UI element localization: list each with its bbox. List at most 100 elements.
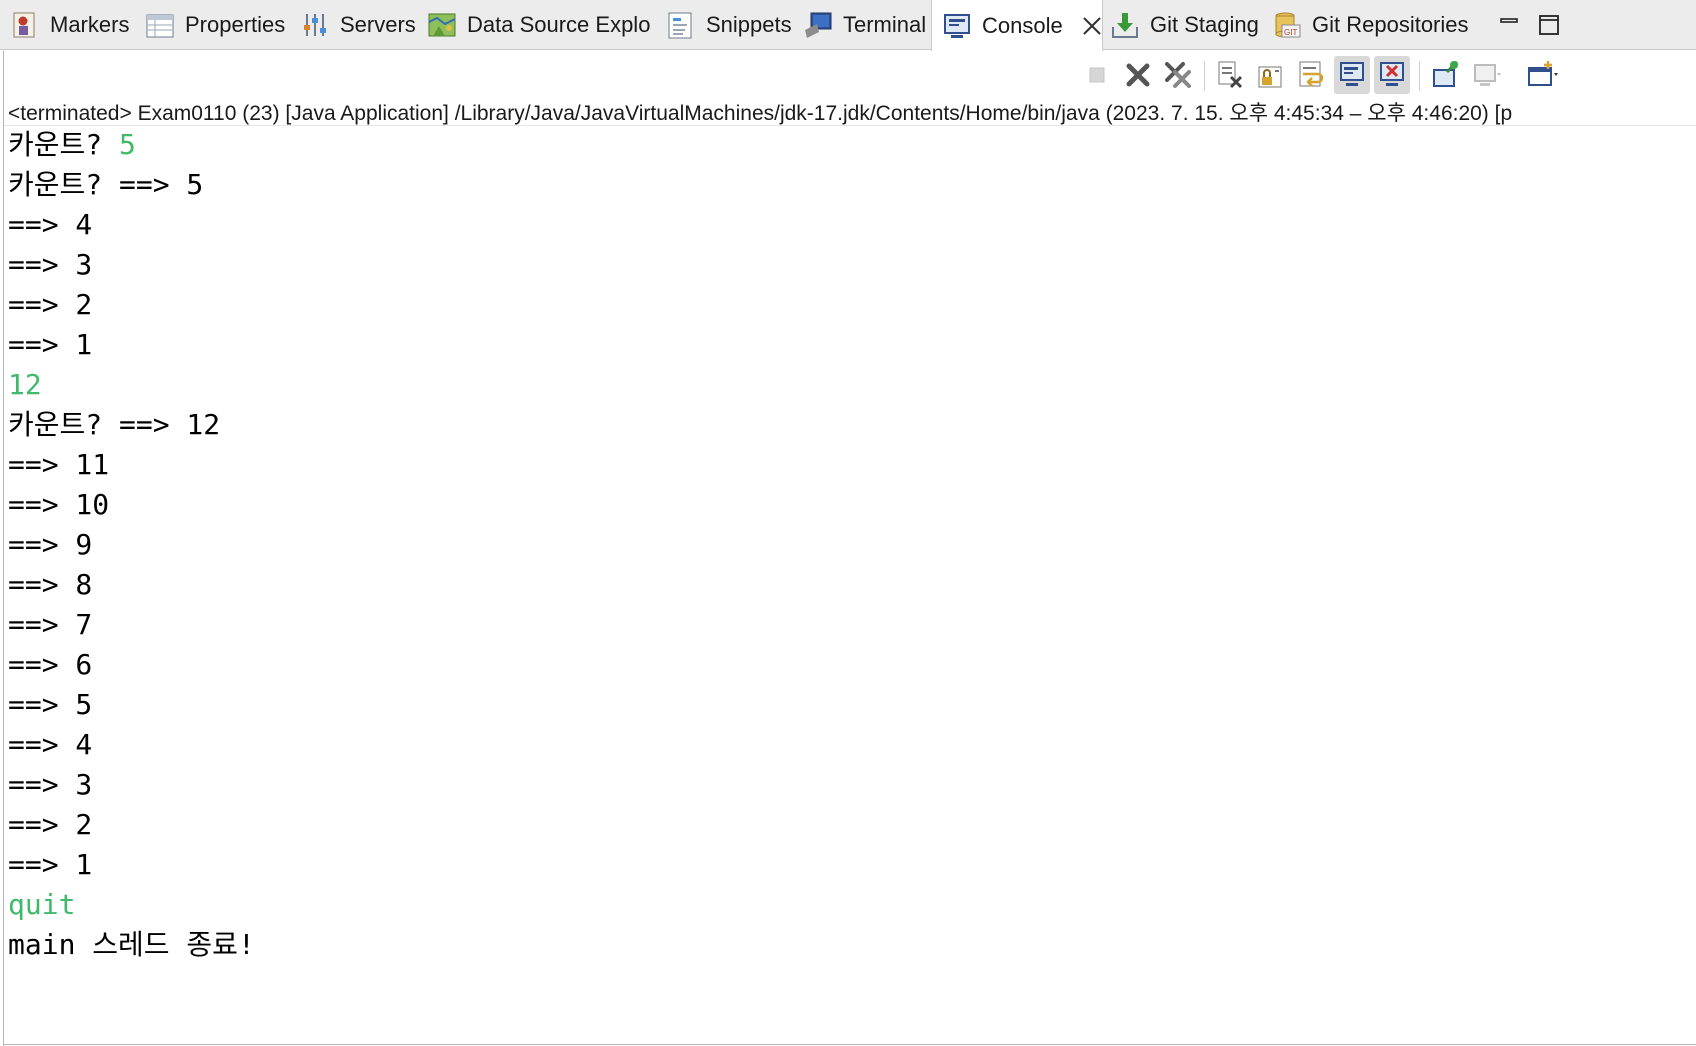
console-line: ==> 2 — [8, 285, 1688, 325]
scroll-lock-icon — [1258, 66, 1282, 88]
tab-git-staging[interactable]: Git Staging — [1110, 0, 1259, 50]
tab-label: Markers — [50, 12, 130, 37]
launch-description: <terminated> Exam0110 (23) [Java Applica… — [8, 102, 1513, 125]
console-line: main 스레드 종료! — [8, 925, 1688, 965]
close-icon[interactable] — [1081, 15, 1103, 37]
console-output-text: ==> 3 — [8, 248, 93, 281]
console-toolbar — [4, 51, 1696, 101]
remove-all-icon — [1165, 62, 1191, 88]
console-output-text: 카운트? ==> 5 — [8, 168, 204, 201]
terminate-icon — [1089, 67, 1105, 83]
display-selected-console-button[interactable] — [1470, 56, 1506, 94]
open-console-icon — [1528, 61, 1558, 86]
console-output-text: ==> 8 — [8, 568, 93, 601]
tab-label: Snippets — [706, 12, 792, 37]
git-staging-icon — [1110, 10, 1140, 40]
console-output-text: ==> 11 — [8, 448, 110, 481]
view-tab-bar: Markers Properties Servers Data Source E… — [0, 0, 1696, 51]
word-wrap-icon — [1299, 61, 1324, 87]
clear-console-button[interactable] — [1212, 56, 1248, 94]
console-output-text: main 스레드 종료! — [8, 928, 255, 961]
console-output-text: ==> 7 — [8, 608, 93, 641]
console-stderr-icon — [1380, 62, 1404, 86]
terminate-button[interactable] — [1079, 56, 1115, 94]
console-output-text: ==> 5 — [8, 688, 93, 721]
tab-label: Git Staging — [1150, 12, 1259, 37]
tab-git-repositories[interactable]: GIT Git Repositories — [1272, 0, 1469, 50]
svg-text:GIT: GIT — [1284, 28, 1297, 37]
console-line: ==> 4 — [8, 725, 1688, 765]
console-output-text: ==> 1 — [8, 328, 93, 361]
console-output-text: ==> 10 — [8, 488, 110, 521]
tab-snippets[interactable]: Snippets — [666, 0, 792, 50]
minimize-view-button[interactable] — [1497, 12, 1521, 41]
toolbar-separator — [1204, 61, 1205, 91]
console-line: 12 — [8, 365, 1688, 405]
properties-icon — [145, 10, 175, 40]
console-line: ==> 7 — [8, 605, 1688, 645]
remove-launch-button[interactable] — [1120, 56, 1156, 94]
console-icon — [942, 11, 972, 41]
snippets-icon — [666, 10, 696, 40]
show-console-on-stdout-button[interactable] — [1334, 56, 1370, 94]
console-line: ==> 8 — [8, 565, 1688, 605]
console-output-text: ==> 2 — [8, 288, 93, 321]
maximize-view-button[interactable] — [1536, 12, 1562, 43]
show-console-on-stderr-button[interactable] — [1374, 56, 1410, 94]
servers-icon — [300, 10, 330, 40]
console-line: ==> 11 — [8, 445, 1688, 485]
tab-console[interactable]: Console — [931, 0, 1103, 51]
view-border — [3, 51, 4, 1046]
tab-properties[interactable]: Properties — [145, 0, 285, 50]
console-output-text: ==> 1 — [8, 848, 93, 881]
console-line: 카운트? 5 — [8, 125, 1688, 165]
console-line: ==> 10 — [8, 485, 1688, 525]
console-output-text: ==> 3 — [8, 768, 93, 801]
tab-label: Terminal — [843, 12, 927, 37]
display-console-icon — [1474, 64, 1501, 86]
console-line: ==> 3 — [8, 245, 1688, 285]
minimize-icon — [1500, 18, 1518, 23]
console-output-text: 카운트? ==> 12 — [8, 408, 221, 441]
toolbar-separator — [1419, 61, 1420, 91]
console-output-text: ==> 9 — [8, 528, 93, 561]
console-line: ==> 1 — [8, 325, 1688, 365]
tab-markers[interactable]: Markers — [10, 0, 129, 50]
view-border-bottom — [3, 1044, 1696, 1045]
console-output-text: ==> 2 — [8, 808, 93, 841]
tab-terminal[interactable]: Terminal — [803, 0, 926, 50]
terminal-icon — [803, 10, 833, 40]
console-output[interactable]: 카운트? 5 카운트? ==> 5 ==> 4 ==> 3 ==> 2 ==> 1 12 카운… — [8, 125, 1688, 965]
tab-label: Git Repositories — [1312, 12, 1469, 37]
console-output-text: ==> 6 — [8, 648, 93, 681]
open-console-button[interactable] — [1524, 56, 1560, 94]
console-line: ==> 5 — [8, 685, 1688, 725]
console-line: ==> 3 — [8, 765, 1688, 805]
console-output-text: ==> 4 — [8, 208, 93, 241]
console-line: ==> 2 — [8, 805, 1688, 845]
data-source-explorer-icon — [427, 10, 457, 40]
tab-label: Properties — [185, 12, 286, 37]
console-line: ==> 4 — [8, 205, 1688, 245]
tab-label: Console — [982, 12, 1063, 38]
console-line: quit — [8, 885, 1688, 925]
console-line: ==> 9 — [8, 525, 1688, 565]
maximize-icon — [1539, 15, 1559, 35]
clear-console-icon — [1218, 61, 1243, 89]
pin-console-button[interactable] — [1428, 56, 1464, 94]
console-line: ==> 1 — [8, 845, 1688, 885]
remove-all-terminated-button[interactable] — [1160, 56, 1196, 94]
remove-icon — [1126, 63, 1150, 87]
console-stdout-icon — [1340, 62, 1364, 86]
word-wrap-button[interactable] — [1294, 56, 1330, 94]
console-user-input: quit — [8, 888, 76, 921]
console-user-input: 5 — [119, 128, 136, 161]
tab-label: Servers — [340, 12, 416, 37]
tab-data-source-explorer[interactable]: Data Source Explo — [427, 0, 650, 50]
console-line: 카운트? ==> 5 — [8, 165, 1688, 205]
markers-icon — [10, 10, 40, 40]
scroll-lock-button[interactable] — [1253, 56, 1289, 94]
tab-servers[interactable]: Servers — [300, 0, 416, 50]
git-repositories-icon: GIT — [1272, 10, 1302, 40]
console-prompt: 카운트? — [8, 128, 119, 161]
